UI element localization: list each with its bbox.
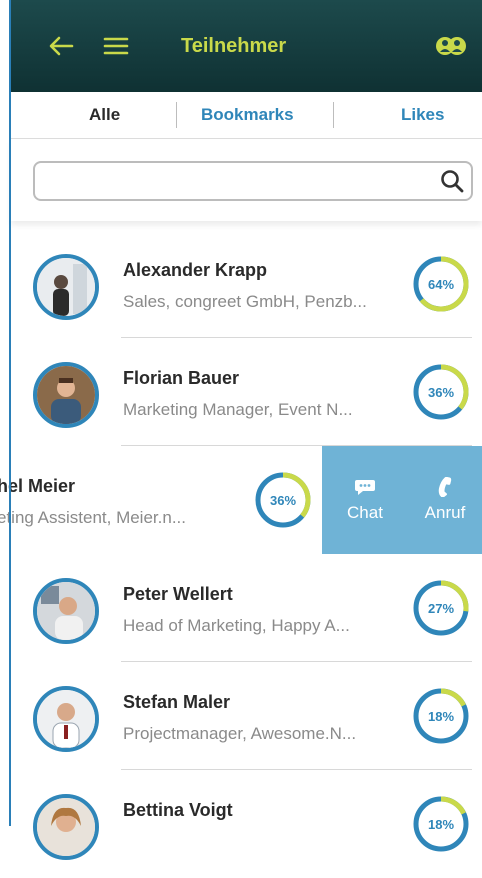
search-panel [11,139,482,221]
list-item[interactable]: Alexander Krapp Sales, congreet GmbH, Pe… [11,230,482,338]
participant-subtitle: Sales, congreet GmbH, Penzb... [123,292,367,311]
arrow-left-icon [49,36,74,56]
match-percent: 18% [428,709,454,724]
page-title: Teilnehmer [181,34,287,57]
match-ring: 36% [413,364,469,420]
list-item[interactable]: Stefan Maler Projectmanager, Awesome.N..… [11,662,482,770]
swipe-actions: Chat Anruf [322,446,482,554]
menu-button[interactable] [96,0,136,92]
list-item[interactable]: Florian Bauer Marketing Manager, Event N… [11,338,482,446]
list-item[interactable]: Peter Wellert Head of Marketing, Happy A… [11,554,482,662]
match-ring: 64% [413,256,469,312]
tab-likes[interactable]: Likes [401,92,444,138]
search-box [33,161,473,201]
match-ring: 18% [413,688,469,744]
match-percent: 36% [270,493,296,508]
participant-name: Florian Bauer [123,368,240,388]
participant-name: Bettina Voigt [123,800,233,820]
avatar [33,254,99,320]
people-icon [436,37,466,55]
search-icon[interactable] [439,168,465,194]
chat-button[interactable]: Chat [330,446,400,554]
participant-subtitle: Projectmanager, Awesome.N... [123,724,357,743]
match-ring: 27% [413,580,469,636]
participant-name: hel Meier [0,476,76,496]
list-item-swiped[interactable]: hel Meier eting Assistent, Meier.n... 36… [0,446,482,554]
match-percent: 18% [428,817,454,832]
match-ring: 36% [255,472,311,528]
tab-bar: Alle Bookmarks Likes [11,92,482,139]
app-header: Teilnehmer [11,0,482,92]
people-button[interactable] [430,0,472,92]
search-input[interactable] [45,163,429,201]
match-percent: 27% [428,601,454,616]
call-label: Anruf [424,503,466,522]
participant-subtitle: Head of Marketing, Happy A... [123,616,350,635]
tab-bookmarks[interactable]: Bookmarks [201,92,294,138]
tab-divider [176,102,177,128]
match-percent: 36% [428,385,454,400]
participant-name: Stefan Maler [123,692,231,712]
back-button[interactable] [41,0,81,92]
participant-name: Peter Wellert [123,584,233,604]
tab-divider [333,102,334,128]
call-button[interactable]: Anruf [410,446,480,554]
avatar [33,794,99,860]
avatar [33,686,99,752]
participant-subtitle: Marketing Manager, Event N... [123,400,353,419]
phone-icon [438,477,452,497]
match-percent: 64% [428,277,454,292]
frame-border [9,0,11,826]
match-ring: 18% [413,796,469,852]
avatar [33,578,99,644]
chat-bubble-icon [355,480,375,495]
participant-subtitle: eting Assistent, Meier.n... [0,508,186,527]
avatar [33,362,99,428]
list-item[interactable]: Bettina Voigt 18% [11,770,482,878]
hamburger-menu-icon [103,37,129,55]
tab-alle[interactable]: Alle [89,92,120,138]
participant-name: Alexander Krapp [123,260,268,280]
chat-label: Chat [347,503,383,522]
